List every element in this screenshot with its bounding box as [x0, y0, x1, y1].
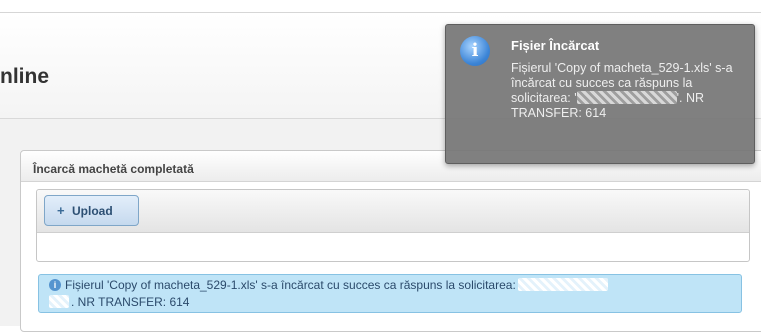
alert-text-line1: Fișierul 'Copy of macheta_529-1.xls' s-a… — [65, 278, 608, 292]
upload-toolbar: + Upload — [37, 190, 749, 233]
upload-button-label: Upload — [72, 204, 113, 218]
alert-text-line2: . NR TRANSFER: 614 — [49, 295, 189, 309]
redacted-text — [517, 278, 608, 291]
success-alert: i Fișierul 'Copy of macheta_529-1.xls' s… — [38, 274, 742, 313]
file-upload-widget: + Upload — [36, 189, 750, 262]
redacted-text — [49, 295, 69, 308]
upload-button[interactable]: + Upload — [44, 195, 139, 226]
toast-message: Fișierul 'Copy of macheta_529-1.xls' s-a… — [511, 61, 746, 121]
redacted-text — [576, 91, 677, 104]
alert-transfer-number: . NR TRANSFER: 614 — [71, 295, 190, 309]
notification-toast[interactable]: i Fișier Încărcat Fișierul 'Copy of mach… — [445, 24, 755, 164]
panel-title: Încarcă machetă completată — [33, 162, 194, 176]
alert-message: Fișierul 'Copy of macheta_529-1.xls' s-a… — [65, 278, 516, 292]
info-icon: i — [460, 36, 490, 66]
info-icon: i — [49, 279, 61, 291]
page-title: nline — [0, 65, 50, 88]
toast-title: Fișier Încărcat — [511, 38, 600, 53]
plus-icon: + — [57, 203, 65, 218]
